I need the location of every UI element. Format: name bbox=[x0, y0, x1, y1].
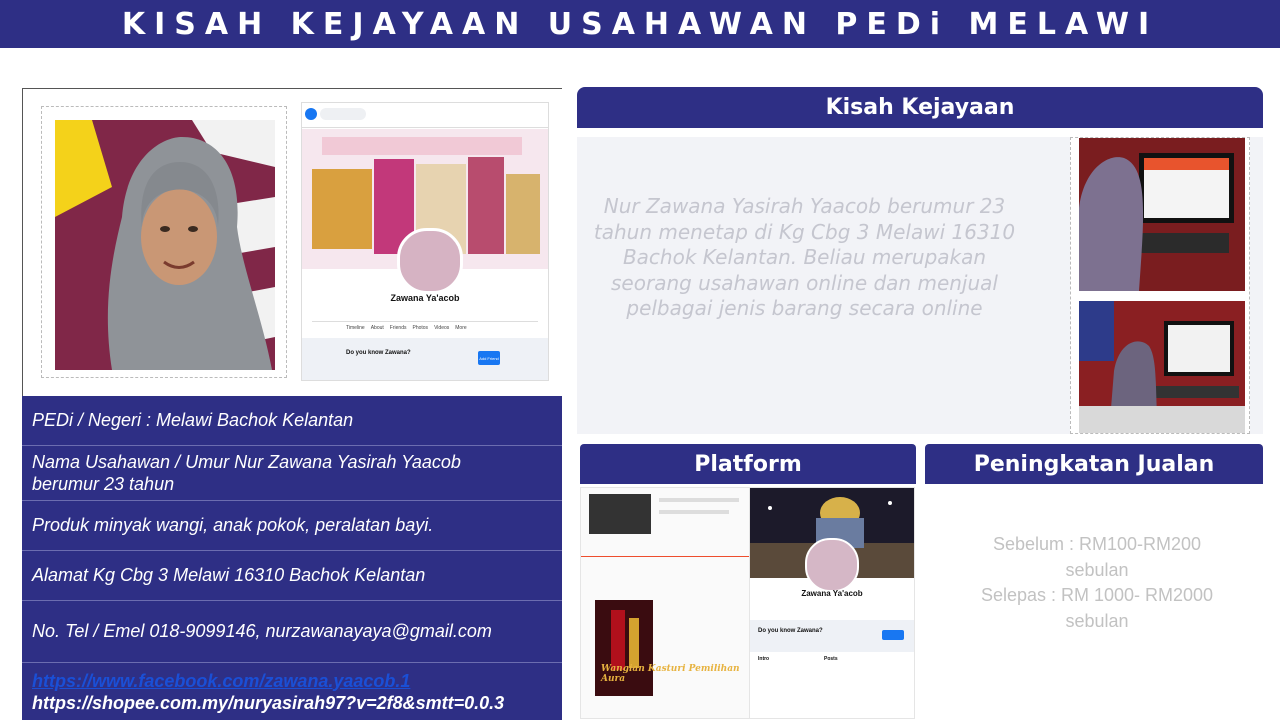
fb-posts-label: Posts bbox=[824, 656, 838, 662]
info-pedi: PEDi / Negeri : Melawi Bachok Kelantan bbox=[22, 396, 562, 446]
platform-panel: Wangian Kasturi Pemilihan Aura Zawana Ya… bbox=[577, 485, 917, 720]
fb-tabs: Timeline About Friends Photos Videos Mor… bbox=[346, 325, 467, 331]
portrait-photo bbox=[55, 120, 275, 370]
fb-prompt: Do you know Zawana? bbox=[758, 628, 823, 634]
kisah-line-3: Bachok Kelantan. Beliau merupakan bbox=[622, 245, 987, 269]
fb-avatar bbox=[805, 538, 859, 592]
add-friend-button[interactable]: Add Friend bbox=[478, 351, 500, 365]
jualan-heading-text: Peningkatan Jualan bbox=[973, 451, 1215, 477]
platform-heading-text: Platform bbox=[694, 451, 802, 477]
tab-more[interactable]: More bbox=[455, 325, 466, 331]
fb-topbar bbox=[302, 103, 548, 128]
pedi-text: PEDi / Negeri : Melawi Bachok Kelantan bbox=[32, 410, 354, 430]
platform-heading: Platform bbox=[580, 444, 916, 484]
alamat-text: Alamat Kg Cbg 3 Melawi 16310 Bachok Kela… bbox=[32, 565, 426, 585]
nama-line-2: berumur 23 tahun bbox=[32, 474, 175, 494]
fb-prompt: Do you know Zawana? bbox=[346, 350, 411, 356]
kisah-line-1: Nur Zawana Yasirah Yaacob berumur 23 bbox=[603, 194, 1006, 218]
fb-suggestion-box: Do you know Zawana? bbox=[750, 620, 914, 652]
photo-computer-1 bbox=[1079, 138, 1245, 291]
jualan-heading: Peningkatan Jualan bbox=[925, 444, 1263, 484]
jualan-line-3: Selepas : RM 1000- RM2000 bbox=[980, 585, 1214, 605]
tab-friends[interactable]: Friends bbox=[390, 325, 407, 331]
info-panel: PEDi / Negeri : Melawi Bachok Kelantan N… bbox=[22, 396, 562, 720]
kisah-line-4: seorang usahawan online dan menjual bbox=[611, 270, 998, 295]
kisah-story: Nur Zawana Yasirah Yaacob berumur 23 tah… bbox=[577, 194, 1032, 322]
banner-title: KISAH KEJAYAAN USAHAWAN PEDi MELAWI bbox=[121, 6, 1159, 42]
add-friend-button[interactable] bbox=[882, 630, 904, 640]
info-nama: Nama Usahawan / Umur Nur Zawana Yasirah … bbox=[22, 446, 562, 501]
kisah-heading-text: Kisah Kejayaan bbox=[825, 95, 1015, 120]
fb-suggestion-box: Do you know Zawana? Add Friend bbox=[302, 338, 548, 380]
tab-timeline[interactable]: Timeline bbox=[346, 325, 365, 331]
facebook-link[interactable]: https://www.facebook.com/zawana.yaacob.1 bbox=[32, 670, 410, 692]
tab-about[interactable]: About bbox=[371, 325, 384, 331]
kisah-heading: Kisah Kejayaan bbox=[577, 87, 1263, 128]
divider bbox=[312, 321, 538, 322]
kisah-line-5: pelbagai jenis barang secara online bbox=[626, 296, 983, 320]
perfume-bottle bbox=[611, 610, 625, 670]
fb-platform-screenshot: Zawana Ya'acob Do you know Zawana? Intro… bbox=[749, 487, 915, 719]
photo-panel: Zawana Ya'acob Timeline About Friends Ph… bbox=[22, 88, 562, 396]
jualan-line-2: sebulan bbox=[1065, 559, 1129, 580]
info-alamat: Alamat Kg Cbg 3 Melawi 16310 Bachok Kela… bbox=[22, 551, 562, 601]
fb-profile-name: Zawana Ya'acob bbox=[390, 293, 460, 303]
fb-avatar bbox=[397, 228, 463, 294]
shop-product-title: Wangian Kasturi Pemilihan Aura bbox=[601, 664, 740, 684]
shop-screenshot: Wangian Kasturi Pemilihan Aura bbox=[580, 487, 750, 719]
info-produk: Produk minyak wangi, anak pokok, peralat… bbox=[22, 501, 562, 551]
shop-tabbar bbox=[581, 556, 749, 557]
fb-search-input bbox=[320, 108, 366, 120]
photo-computer-2 bbox=[1079, 301, 1245, 433]
shop-banner bbox=[589, 494, 651, 534]
kisah-line-2: tahun menetap di Kg Cbg 3 Melawi 16310 bbox=[593, 219, 1016, 244]
shopee-link[interactable]: https://shopee.com.my/nuryasirah97?v=2f8… bbox=[32, 692, 504, 714]
facebook-screenshot: Zawana Ya'acob Timeline About Friends Ph… bbox=[301, 102, 549, 381]
jualan-line-1: Sebelum : RM100-RM200 bbox=[992, 534, 1202, 554]
title-banner: KISAH KEJAYAAN USAHAWAN PEDi MELAWI bbox=[0, 0, 1280, 48]
jualan-line-4: sebulan bbox=[1065, 610, 1129, 631]
shop-meta bbox=[659, 498, 739, 502]
kisah-photos-frame bbox=[1070, 137, 1250, 434]
produk-text: Produk minyak wangi, anak pokok, peralat… bbox=[32, 515, 434, 535]
facebook-logo-icon bbox=[305, 108, 317, 120]
perfume-bottle bbox=[629, 618, 639, 668]
contact-text: No. Tel / Emel 018-9099146, nurzawanayay… bbox=[32, 621, 492, 641]
tab-photos[interactable]: Photos bbox=[412, 325, 428, 331]
fb-intro-label: Intro bbox=[758, 656, 770, 662]
jualan-text: Sebelum : RM100-RM200 sebulan Selepas : … bbox=[925, 532, 1269, 634]
nama-line-1: Nama Usahawan / Umur Nur Zawana Yasirah … bbox=[32, 452, 461, 472]
info-contact: No. Tel / Emel 018-9099146, nurzawanayay… bbox=[22, 601, 562, 663]
shop-meta bbox=[659, 510, 729, 514]
fb-profile-name: Zawana Ya'acob bbox=[801, 589, 863, 598]
info-links: https://www.facebook.com/zawana.yaacob.1… bbox=[22, 663, 562, 720]
kisah-panel: Nur Zawana Yasirah Yaacob berumur 23 tah… bbox=[577, 137, 1263, 434]
portrait-frame bbox=[41, 106, 287, 378]
tab-videos[interactable]: Videos bbox=[434, 325, 449, 331]
